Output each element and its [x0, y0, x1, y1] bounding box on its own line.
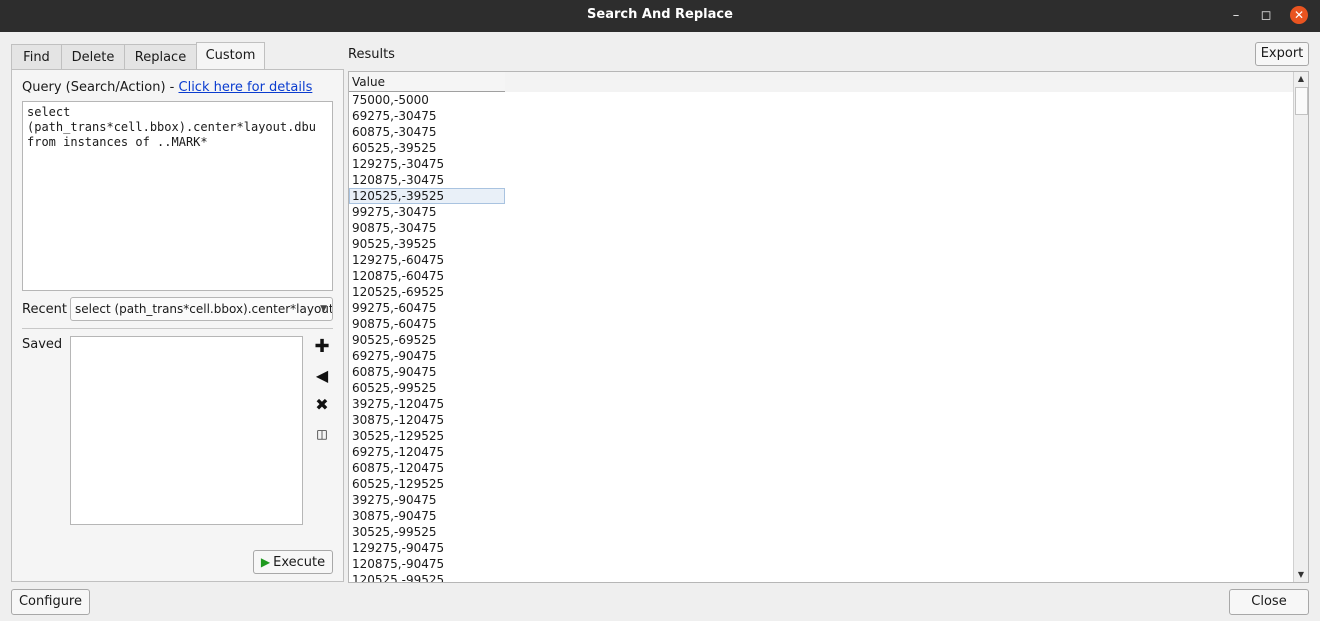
table-row[interactable]: 60875,-90475: [349, 364, 505, 380]
recent-select[interactable]: select (path_trans*cell.bbox).center*lay…: [70, 297, 333, 321]
table-row[interactable]: 90525,-69525: [349, 332, 505, 348]
close-window-icon[interactable]: ✕: [1290, 6, 1308, 24]
maximize-icon[interactable]: ◻: [1256, 6, 1276, 26]
table-row[interactable]: 60525,-129525: [349, 476, 505, 492]
table-row[interactable]: 129275,-30475: [349, 156, 505, 172]
table-row[interactable]: 39275,-120475: [349, 396, 505, 412]
tab-replace[interactable]: Replace: [124, 44, 197, 70]
table-row[interactable]: 60525,-39525: [349, 140, 505, 156]
replace-icon[interactable]: ◀: [312, 366, 332, 386]
execute-button[interactable]: ▶ Execute: [253, 550, 333, 574]
table-row[interactable]: 90875,-30475: [349, 220, 505, 236]
scroll-down-icon[interactable]: ▼: [1294, 568, 1308, 582]
delete-icon[interactable]: ✖: [312, 395, 332, 415]
export-label: Export: [1260, 46, 1304, 61]
scrollbar-thumb[interactable]: [1295, 87, 1308, 115]
query-label: Query (Search/Action) -: [22, 80, 179, 95]
table-row[interactable]: 99275,-60475: [349, 300, 505, 316]
play-icon: ▶: [260, 555, 271, 569]
table-header: Value: [349, 72, 1294, 92]
table-row[interactable]: 120875,-90475: [349, 556, 505, 572]
table-row[interactable]: 69275,-90475: [349, 348, 505, 364]
close-button[interactable]: Close: [1229, 589, 1309, 615]
table-row[interactable]: 60875,-120475: [349, 460, 505, 476]
configure-button[interactable]: Configure: [11, 589, 90, 615]
table-row[interactable]: 120525,-39525: [349, 188, 505, 204]
divider: [22, 328, 333, 329]
table-row[interactable]: 120875,-30475: [349, 172, 505, 188]
query-label-row: Query (Search/Action) - Click here for d…: [22, 80, 312, 95]
table-row[interactable]: 39275,-90475: [349, 492, 505, 508]
recent-select-value: select (path_trans*cell.bbox).center*lay…: [75, 302, 333, 316]
vertical-scrollbar[interactable]: ▲ ▼: [1293, 72, 1308, 582]
table-row[interactable]: 60525,-99525: [349, 380, 505, 396]
rename-icon[interactable]: ◫: [312, 424, 332, 444]
details-link[interactable]: Click here for details: [179, 80, 313, 95]
table-row[interactable]: 99275,-30475: [349, 204, 505, 220]
table-row[interactable]: 60875,-30475: [349, 124, 505, 140]
minimize-icon[interactable]: –: [1226, 6, 1246, 26]
table-row[interactable]: 120875,-60475: [349, 268, 505, 284]
execute-label: Execute: [273, 555, 326, 570]
title-bar: Search And Replace – ◻ ✕: [0, 0, 1320, 32]
table-row[interactable]: 129275,-60475: [349, 252, 505, 268]
table-row[interactable]: 120525,-99525: [349, 572, 505, 582]
table-row[interactable]: 90525,-39525: [349, 236, 505, 252]
table-row[interactable]: 69275,-30475: [349, 108, 505, 124]
close-label: Close: [1251, 594, 1287, 609]
scroll-up-icon[interactable]: ▲: [1294, 72, 1308, 86]
table-row[interactable]: 30875,-120475: [349, 412, 505, 428]
table-row[interactable]: 30875,-90475: [349, 508, 505, 524]
tab-delete[interactable]: Delete: [61, 44, 125, 70]
table-row[interactable]: 90875,-60475: [349, 316, 505, 332]
query-editor[interactable]: select (path_trans*cell.bbox).center*lay…: [22, 101, 333, 291]
table-body: 75000,-5000 69275,-30475 60875,-30475 60525…: [349, 92, 1294, 582]
saved-queries-list[interactable]: [70, 336, 303, 525]
table-row[interactable]: 129275,-90475: [349, 540, 505, 556]
configure-label: Configure: [18, 594, 82, 609]
saved-label: Saved: [22, 337, 63, 352]
results-table[interactable]: Value 75000,-5000 69275,-30475 60875,-3047…: [348, 71, 1309, 583]
tab-custom[interactable]: Custom: [196, 42, 265, 71]
table-row[interactable]: 30525,-99525: [349, 524, 505, 540]
recent-label: Recent: [22, 302, 67, 317]
custom-panel: Query (Search/Action) - Click here for d…: [11, 69, 344, 582]
chevron-down-icon: ▼: [320, 304, 327, 314]
table-row[interactable]: 69275,-120475: [349, 444, 505, 460]
table-row[interactable]: 30525,-129525: [349, 428, 505, 444]
tab-find[interactable]: Find: [11, 44, 62, 70]
window-title: Search And Replace: [587, 7, 733, 22]
results-label: Results: [348, 47, 395, 62]
export-button[interactable]: Export: [1255, 42, 1309, 66]
table-row[interactable]: 120525,-69525: [349, 284, 505, 300]
column-header-value[interactable]: Value: [349, 72, 505, 92]
add-icon[interactable]: ✚: [312, 337, 332, 357]
table-row[interactable]: 75000,-5000: [349, 92, 505, 108]
